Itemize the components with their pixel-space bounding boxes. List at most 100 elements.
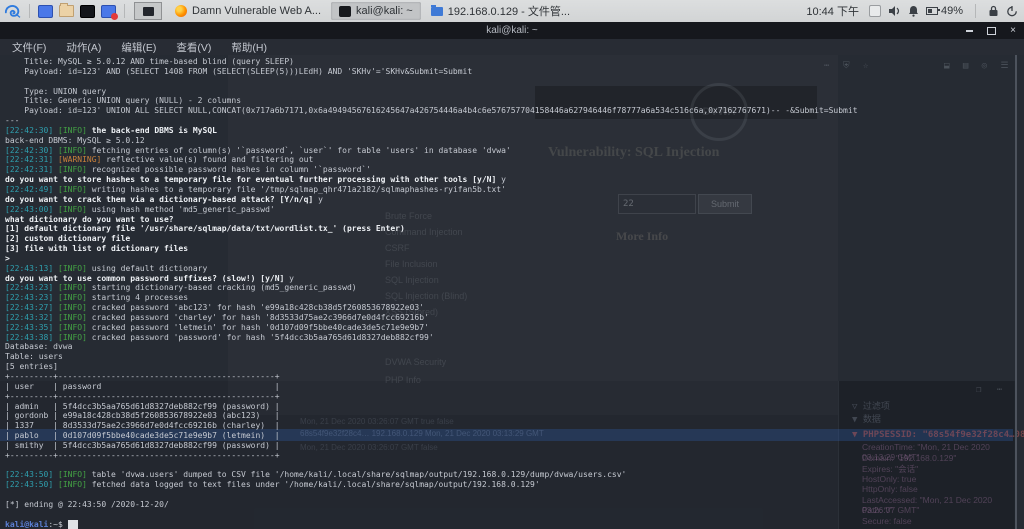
menu-edit[interactable]: 编辑(E): [121, 40, 156, 55]
terminal-line: Table: users: [5, 352, 858, 362]
terminal-line: do you want to store hashes to a tempora…: [5, 175, 858, 185]
battery-percent: 49%: [941, 5, 963, 17]
terminal-menubar: 文件(F) 动作(A) 编辑(E) 查看(V) 帮助(H): [0, 39, 1024, 55]
terminal-line: [22:43:35] [INFO] cracked password 'letm…: [5, 323, 858, 333]
terminal-line: [5, 77, 858, 87]
terminal-line: Title: MySQL ≥ 5.0.12 AND time-based bli…: [5, 57, 858, 67]
taskbar-window-label: Damn Vulnerable Web A...: [192, 5, 321, 17]
terminal-line: +---------+-----------------------------…: [5, 372, 858, 382]
terminal-icon: [339, 6, 351, 17]
taskbar-window-filemanager[interactable]: 192.168.0.129 - 文件管...: [423, 2, 578, 20]
terminal-line: [22:43:38] [INFO] cracked password 'pass…: [5, 333, 858, 343]
terminal-line: kali@kali:~$: [5, 520, 858, 529]
folder-icon: [59, 5, 74, 17]
terminal-line: | pablo | 0d107d09f5bbe40cade3de5c71e9e9…: [5, 431, 858, 441]
terminal-line: [22:42:31] [WARNING] reflective value(s)…: [5, 155, 858, 165]
taskbar-window-firefox[interactable]: Damn Vulnerable Web A...: [167, 2, 329, 20]
ghost-cookie-detail: Domain: "192.168.0.129": [862, 453, 956, 463]
terminal-line: [22:42:30] [INFO] fetching entries of co…: [5, 146, 858, 156]
input-method-icon[interactable]: [869, 5, 881, 17]
launcher-terminal[interactable]: [79, 4, 96, 19]
terminal-line: [22:43:27] [INFO] cracked password 'abc1…: [5, 303, 858, 313]
terminal-line: Payload: id=123' UNION ALL SELECT NULL,C…: [5, 106, 858, 116]
workspace-switcher[interactable]: [134, 2, 162, 20]
terminal-line: [22:43:50] [INFO] table 'dvwa.users' dum…: [5, 470, 858, 480]
terminal-line: [22:43:13] [INFO] using default dictiona…: [5, 264, 858, 274]
kali-menu-icon[interactable]: [4, 4, 21, 19]
panel-separator: [124, 4, 125, 18]
launcher-screenshot[interactable]: [100, 4, 117, 19]
launcher-files[interactable]: [58, 4, 75, 19]
terminal-line: [5 entries]: [5, 362, 858, 372]
terminal-line: [1] default dictionary file '/usr/share/…: [5, 224, 858, 234]
volume-icon[interactable]: [888, 5, 901, 17]
minimize-button[interactable]: [966, 30, 973, 32]
terminal-line: [22:43:23] [INFO] starting 4 processes: [5, 293, 858, 303]
panel-separator: [29, 4, 30, 18]
window-controls: ×: [966, 22, 1016, 39]
terminal-scrollbar[interactable]: [1015, 55, 1017, 529]
terminal-line: [22:42:30] [INFO] the back-end DBMS is M…: [5, 126, 858, 136]
taskbar-window-label: 192.168.0.129 - 文件管...: [448, 3, 570, 19]
terminal-output: Title: MySQL ≥ 5.0.12 AND time-based bli…: [0, 55, 858, 529]
terminal-line: | 1337 | 8d3533d75ae2c3966d7e0d4fcc69216…: [5, 421, 858, 431]
ghost-cookie-detail: HttpOnly: false: [862, 484, 918, 494]
firefox-icon: [175, 5, 187, 17]
terminal-line: | smithy | 5f4dcc3b5aa765d61d8327deb882c…: [5, 441, 858, 451]
notification-bell-icon[interactable]: [908, 5, 919, 17]
ghost-cookie-row: ▼ PHPSESSID: "68s54f9e32f28c4…0857Se7b98…: [852, 430, 1024, 440]
ghost-cookie-detail: HostOnly: true: [862, 474, 916, 484]
lock-screen-icon[interactable]: [988, 5, 999, 17]
terminal-line: [22:42:49] [INFO] writing hashes to a te…: [5, 185, 858, 195]
terminal-line: | gordonb | e99a18c428cb38d5f26085367892…: [5, 411, 858, 421]
terminal-line: [3] file with list of dictionary files: [5, 244, 858, 254]
terminal-line: +---------+-----------------------------…: [5, 392, 858, 402]
clock: 10:44 下午: [806, 3, 859, 19]
terminal-line: what dictionary do you want to use?: [5, 215, 858, 225]
close-button[interactable]: ×: [1010, 26, 1016, 36]
terminal-line: do you want to use common password suffi…: [5, 274, 858, 284]
terminal-viewport[interactable]: ⋯ ⛨ ☆ ⬓ ▤ ◎ ☰ DVWA Vulnerability: SQL In…: [0, 55, 1024, 529]
terminal-line: [5, 461, 858, 471]
terminal-line: Type: UNION query: [5, 87, 858, 97]
ghost-devtools-toolbar: ❐ ⋯: [976, 385, 1007, 395]
terminal-line: [22:42:31] [INFO] recognized possible pa…: [5, 165, 858, 175]
battery-indicator[interactable]: 49%: [926, 5, 963, 17]
terminal-line: [2] custom dictionary file: [5, 234, 858, 244]
ghost-devtools-filter: ▽ 过滤项: [852, 399, 890, 412]
battery-icon: [926, 7, 938, 15]
terminal-line: [5, 490, 858, 500]
menu-file[interactable]: 文件(F): [12, 40, 46, 55]
terminal-line: Database: dvwa: [5, 342, 858, 352]
tray-separator: [975, 4, 976, 18]
taskbar-window-terminal[interactable]: kali@kali: ~: [331, 2, 421, 20]
terminal-cursor: [68, 520, 78, 529]
terminal-line: [22:43:50] [INFO] fetched data logged to…: [5, 480, 858, 490]
menu-help[interactable]: 帮助(H): [231, 40, 267, 55]
ghost-cookie-detail: Path: "/": [862, 505, 893, 515]
terminal-line: | user | password |: [5, 382, 858, 392]
terminal-line: >: [5, 254, 858, 264]
browser-icon: [38, 5, 53, 18]
terminal-titlebar[interactable]: kali@kali: ~ ×: [0, 22, 1024, 39]
workspace-thumbnail: [143, 7, 154, 16]
power-icon[interactable]: [1006, 5, 1018, 17]
terminal-line: do you want to crack them via a dictiona…: [5, 195, 858, 205]
launcher-browser[interactable]: [37, 4, 54, 19]
terminal-line: ---: [5, 116, 858, 126]
maximize-button[interactable]: [987, 27, 996, 35]
taskbar-window-label: kali@kali: ~: [356, 5, 413, 17]
terminal-line: Title: Generic UNION query (NULL) - 2 co…: [5, 96, 858, 106]
terminal-line: Payload: id=123' AND (SELECT 1408 FROM (…: [5, 67, 858, 77]
system-tray: 10:44 下午 49%: [806, 3, 1024, 19]
menu-view[interactable]: 查看(V): [176, 40, 211, 55]
menu-actions[interactable]: 动作(A): [66, 40, 101, 55]
terminal-line: [5, 510, 858, 520]
terminal-line: | admin | 5f4dcc3b5aa765d61d8327deb882cf…: [5, 402, 858, 412]
window-title: kali@kali: ~: [486, 25, 538, 36]
terminal-line: [22:43:23] [INFO] starting dictionary-ba…: [5, 283, 858, 293]
folder-icon: [431, 7, 443, 16]
ghost-cookie-detail: Secure: false: [862, 516, 912, 526]
terminal-line: [*] ending @ 22:43:50 /2020-12-20/: [5, 500, 858, 510]
screen-record-icon: [101, 5, 116, 18]
